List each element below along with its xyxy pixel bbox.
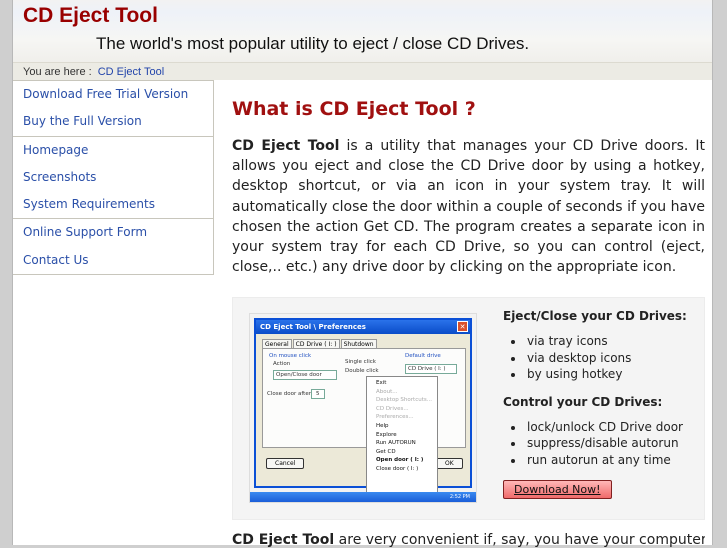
drive-select: CD Drive ( I: ) — [405, 364, 457, 374]
action-label: Action — [273, 361, 291, 367]
action-select: Open/Close door — [273, 370, 337, 380]
eject-list: via tray icons via desktop icons by usin… — [525, 333, 703, 383]
sidebar-item-contact[interactable]: Contact Us — [13, 247, 213, 274]
app-screenshot[interactable]: CD Eject Tool \ Preferences ✕ General CD… — [249, 313, 477, 503]
sidebar-group-purchase: Download Free Trial Version Buy the Full… — [13, 81, 213, 137]
list-item: suppress/disable autorun — [525, 435, 703, 452]
menu-item: Open door ( I: ) — [376, 457, 424, 464]
menu-item: Help — [376, 422, 389, 429]
menu-item: Close door ( I: ) — [376, 465, 419, 472]
sidebar-group-support: Online Support Form Contact Us — [13, 219, 213, 274]
menu-item: About... — [376, 388, 398, 395]
intro-text: is a utility that manages your CD Drive … — [232, 138, 705, 276]
feature-list: Eject/Close your CD Drives: via tray ico… — [503, 309, 703, 499]
sidebar-item-buy[interactable]: Buy the Full Version — [13, 108, 213, 135]
feature-box: CD Eject Tool \ Preferences ✕ General CD… — [232, 297, 705, 520]
second-paragraph: CD Eject Tool are very convenient if, sa… — [232, 532, 705, 548]
sidebar-item-screenshots[interactable]: Screenshots — [13, 164, 213, 191]
close-after-label: Close door after — [267, 391, 311, 397]
menu-item: Get CD — [376, 448, 396, 455]
clock: 2:52 PM — [449, 494, 470, 500]
download-now-button[interactable]: Download Now! — [503, 480, 612, 499]
tray-menu: Exit About... Desktop Shortcuts... CD Dr… — [366, 376, 438, 493]
menu-item: CD Drives... — [376, 405, 409, 412]
list-item: run autorun at any time — [525, 452, 703, 469]
dialog-cancel: Cancel — [266, 458, 305, 469]
page: CD Eject Tool The world's most popular u… — [12, 0, 713, 548]
menu-item: Preferences... — [376, 414, 414, 421]
seconds-field: 5 — [311, 389, 325, 399]
sidebar-group-info: Homepage Screenshots System Requirements — [13, 137, 213, 220]
intro-paragraph: CD Eject Tool is a utility that manages … — [232, 136, 705, 277]
dialog-ok: OK — [436, 458, 463, 469]
para2-bold: CD Eject Tool — [232, 532, 335, 548]
list-item: via desktop icons — [525, 350, 703, 367]
single-click: Single click — [345, 359, 376, 365]
preferences-dialog: CD Eject Tool \ Preferences ✕ General CD… — [254, 318, 472, 488]
default-drive-label: Default drive — [405, 353, 441, 359]
header: CD Eject Tool The world's most popular u… — [13, 0, 712, 62]
dialog-title: CD Eject Tool \ Preferences — [256, 320, 470, 334]
list-item: by using hotkey — [525, 366, 703, 383]
menu-item: Explore — [376, 431, 397, 438]
menu-item: Desktop Shortcuts... — [376, 397, 432, 404]
intro-bold: CD Eject Tool — [232, 138, 340, 154]
para2-text: are very convenient if, say, you have yo… — [338, 532, 705, 548]
control-list: lock/unlock CD Drive door suppress/disab… — [525, 419, 703, 469]
taskbar: 2:52 PM — [250, 492, 476, 502]
page-heading: What is CD Eject Tool ? — [232, 98, 476, 120]
sidebar-item-download-trial[interactable]: Download Free Trial Version — [13, 81, 213, 108]
site-title[interactable]: CD Eject Tool — [23, 4, 158, 28]
sidebar: Download Free Trial Version Buy the Full… — [13, 80, 214, 276]
group-label: On mouse click — [269, 353, 312, 359]
eject-heading: Eject/Close your CD Drives: — [503, 309, 687, 323]
close-icon: ✕ — [457, 321, 468, 332]
main-content: What is CD Eject Tool ? CD Eject Tool is… — [232, 98, 705, 277]
breadcrumb: You are here : CD Eject Tool — [13, 62, 712, 80]
list-item: via tray icons — [525, 333, 703, 350]
sidebar-item-homepage[interactable]: Homepage — [13, 137, 213, 164]
menu-item: Run AUTORUN — [376, 440, 416, 447]
menu-item: Exit — [376, 380, 387, 386]
breadcrumb-current[interactable]: CD Eject Tool — [98, 66, 164, 78]
control-heading: Control your CD Drives: — [503, 394, 663, 409]
list-item: lock/unlock CD Drive door — [525, 419, 703, 436]
tagline: The world's most popular utility to ejec… — [96, 34, 530, 53]
double-click: Double click — [345, 368, 379, 374]
sidebar-item-support-form[interactable]: Online Support Form — [13, 219, 213, 246]
sidebar-item-system-requirements[interactable]: System Requirements — [13, 191, 213, 218]
breadcrumb-label: You are here : — [23, 66, 92, 78]
